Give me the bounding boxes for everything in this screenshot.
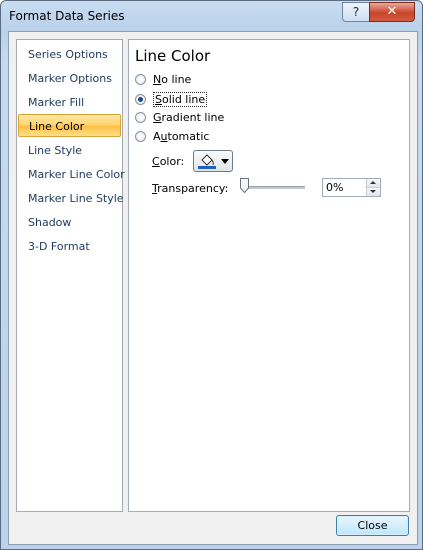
nav-item-line-color[interactable]: Line Color (18, 114, 121, 137)
nav-item-label: Marker Options (28, 72, 112, 85)
slider-thumb-icon[interactable] (240, 178, 249, 193)
nav-item-3d-format[interactable]: 3-D Format (18, 235, 121, 258)
window-close-button[interactable]: ✕ (369, 2, 415, 22)
transparency-slider-track[interactable] (243, 186, 305, 189)
solid-line-radio[interactable]: Solid line (135, 92, 208, 107)
radio-icon[interactable] (135, 74, 146, 85)
chevron-down-icon (221, 159, 229, 164)
nav-item-marker-line-color[interactable]: Marker Line Color (18, 163, 125, 186)
title-bar[interactable]: Format Data Series ? ✕ (1, 1, 422, 31)
automatic-label: Automatic (153, 130, 210, 143)
color-label: Color: (152, 155, 185, 168)
help-icon: ? (352, 5, 360, 19)
dialog-body: Series Options Marker Options Marker Fil… (8, 31, 418, 545)
automatic-radio[interactable]: Automatic (135, 130, 209, 143)
spinner-buttons (366, 179, 380, 196)
no-line-radio[interactable]: No line (135, 73, 191, 86)
nav-item-marker-line-style[interactable]: Marker Line Style (18, 187, 124, 210)
close-button[interactable]: Close (336, 515, 409, 536)
radio-icon[interactable] (135, 131, 146, 142)
nav-item-marker-options[interactable]: Marker Options (18, 67, 121, 90)
category-list: Series Options Marker Options Marker Fil… (16, 39, 125, 512)
nav-item-marker-fill[interactable]: Marker Fill (18, 91, 121, 114)
no-line-label: No line (153, 73, 192, 86)
nav-item-shadow[interactable]: Shadow (18, 211, 121, 234)
nav-item-label: Series Options (28, 48, 108, 61)
solid-line-label: Solid line (153, 92, 208, 107)
paint-bucket-icon (198, 154, 216, 169)
pane-title: Line Color (135, 47, 211, 65)
nav-item-label: Marker Line Style (28, 192, 124, 205)
nav-item-label: Marker Fill (28, 96, 85, 109)
dialog-window: Format Data Series ? ✕ Series Options Ma… (0, 0, 423, 550)
transparency-label: Transparency: (152, 182, 229, 195)
nav-item-label: Marker Line Color (28, 168, 125, 181)
nav-item-series-options[interactable]: Series Options (18, 43, 121, 66)
nav-item-label: Shadow (28, 216, 72, 229)
line-color-pane: Line Color No line Solid line Gradient l… (128, 39, 410, 512)
help-button[interactable]: ? (342, 2, 370, 22)
color-dropdown-button[interactable] (193, 150, 233, 172)
spin-up-icon[interactable] (367, 179, 380, 188)
window-title: Format Data Series (9, 9, 125, 23)
nav-item-label: Line Color (29, 120, 85, 133)
gradient-line-radio[interactable]: Gradient line (135, 111, 224, 124)
spin-down-icon[interactable] (367, 188, 380, 196)
transparency-spinner[interactable]: 0% (322, 178, 381, 197)
gradient-line-label: Gradient line (153, 111, 225, 124)
nav-item-line-style[interactable]: Line Style (18, 139, 121, 162)
radio-checked-icon[interactable] (135, 94, 146, 105)
transparency-value[interactable]: 0% (326, 181, 343, 194)
nav-item-label: 3-D Format (28, 240, 90, 253)
nav-item-label: Line Style (28, 144, 83, 157)
close-icon: ✕ (386, 4, 398, 19)
radio-icon[interactable] (135, 112, 146, 123)
